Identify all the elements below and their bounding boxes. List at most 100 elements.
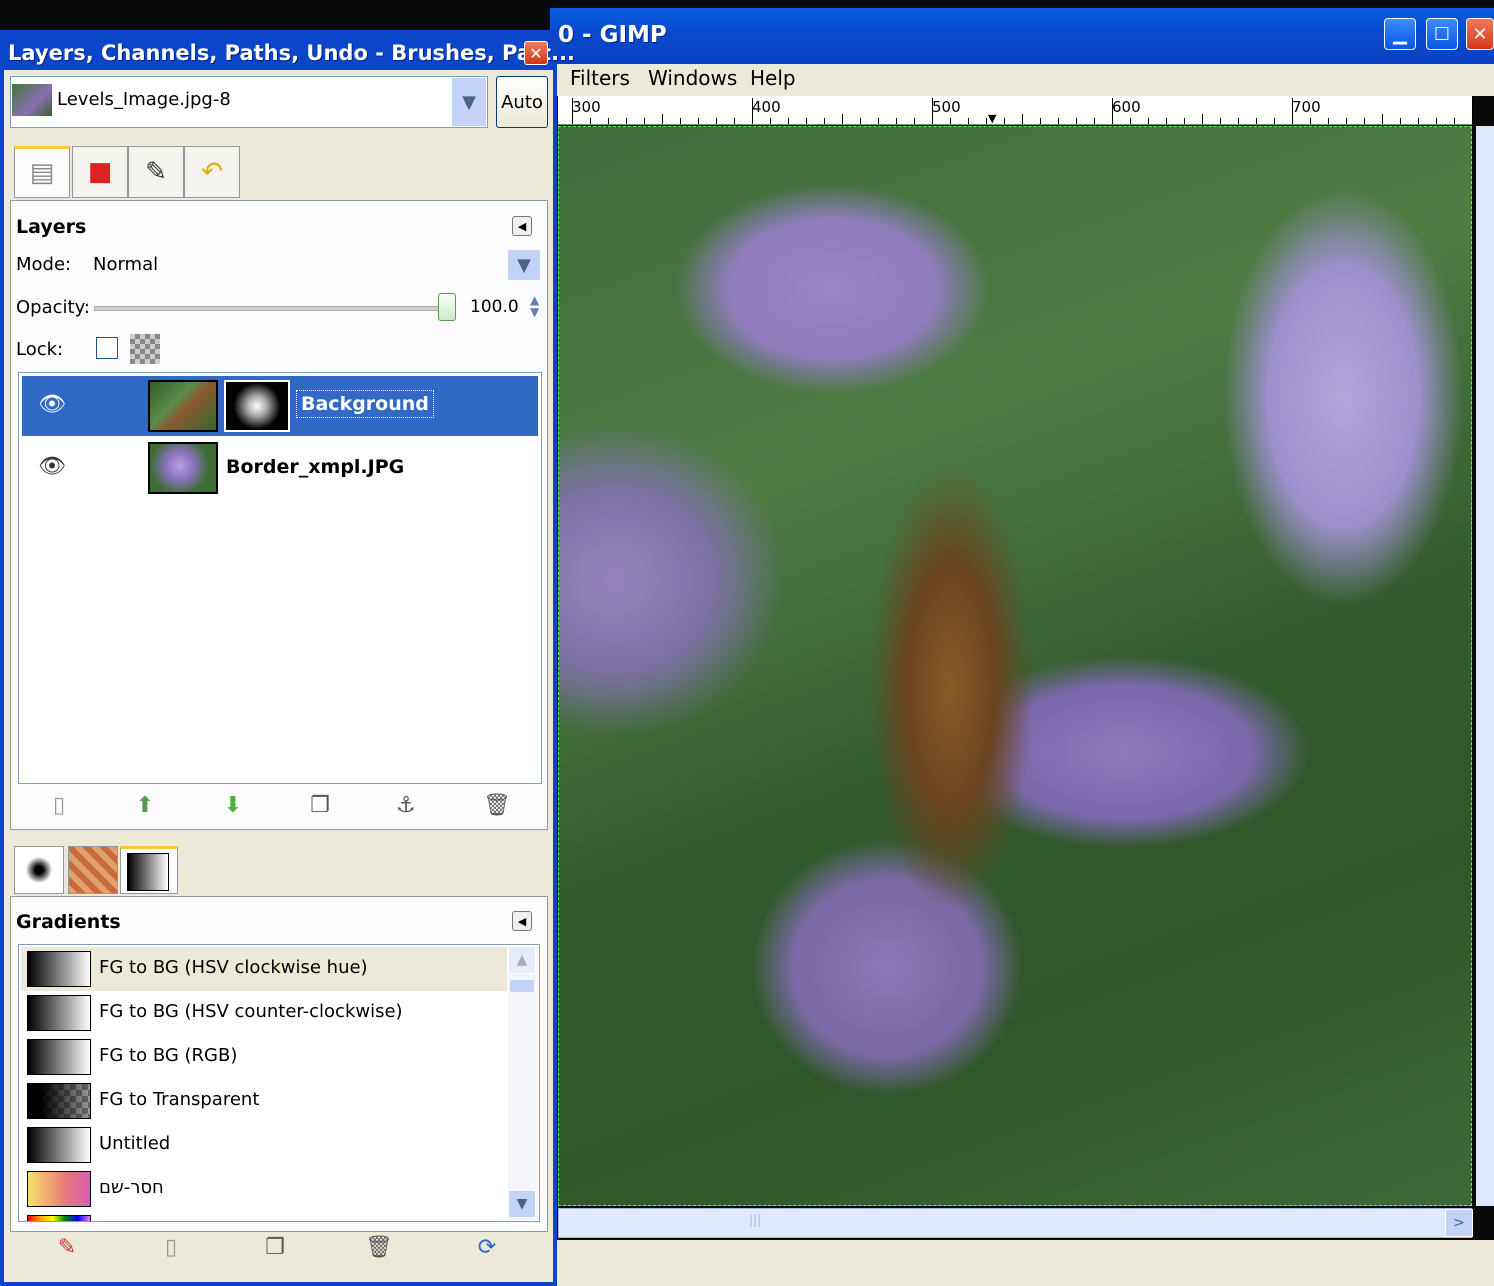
gradients-list: FG to BG (HSV clockwise hue) FG to BG (H… bbox=[18, 944, 540, 1222]
gradient-name: FG to BG (RGB) bbox=[99, 1045, 238, 1066]
layer-thumbnail bbox=[148, 380, 218, 432]
tab-channels[interactable]: ■ bbox=[72, 146, 128, 198]
gradient-item[interactable]: FG to BG (HSV clockwise hue) bbox=[21, 947, 507, 991]
duplicate-gradient-button[interactable]: ❐ bbox=[260, 1232, 290, 1262]
gradient-swatch bbox=[27, 1171, 91, 1207]
close-icon: ✕ bbox=[529, 43, 543, 63]
horizontal-ruler[interactable]: 300 400 500 600 700 ▼ bbox=[558, 96, 1473, 125]
dock-close-button[interactable]: ✕ bbox=[524, 41, 548, 65]
gradient-item[interactable]: Untitled bbox=[21, 1123, 507, 1167]
ruler-label: 700 bbox=[1292, 98, 1321, 116]
gradient-item[interactable]: FG to BG (RGB) bbox=[21, 1035, 507, 1079]
mode-dropdown[interactable]: ▼ bbox=[508, 250, 540, 280]
undo-icon: ↶ bbox=[201, 157, 223, 187]
layer-name[interactable]: Border_xmpl.JPG bbox=[226, 456, 404, 478]
ruler-tick bbox=[716, 118, 717, 124]
ruler-pointer-icon: ▼ bbox=[988, 112, 997, 125]
edit-gradient-button[interactable]: ✎ bbox=[52, 1232, 82, 1262]
visibility-eye-icon[interactable]: 👁 bbox=[38, 392, 66, 417]
ruler-tick bbox=[1094, 118, 1095, 124]
delete-gradient-button[interactable]: 🗑 bbox=[364, 1232, 394, 1262]
main-window-titlebar[interactable] bbox=[550, 8, 1494, 64]
ruler-tick bbox=[1220, 118, 1221, 124]
scroll-down-button[interactable]: ▼ bbox=[508, 1190, 536, 1218]
new-layer-button[interactable]: ▯ bbox=[44, 790, 74, 820]
delete-gradient-icon: 🗑 bbox=[365, 1234, 393, 1260]
gradient-swatch bbox=[27, 951, 91, 987]
ruler-tick bbox=[1166, 118, 1167, 124]
menu-windows[interactable]: Windows bbox=[648, 66, 737, 90]
maximize-button[interactable]: ☐ bbox=[1426, 18, 1458, 50]
lower-layer-button[interactable]: ⬇ bbox=[218, 790, 248, 820]
opacity-slider[interactable] bbox=[94, 306, 446, 311]
ruler-tick bbox=[1364, 118, 1365, 124]
ruler-tick bbox=[950, 118, 951, 124]
gradient-name: חסר-שם bbox=[99, 1177, 164, 1198]
menu-help[interactable]: Help bbox=[750, 66, 796, 90]
ruler-tick bbox=[986, 118, 987, 124]
ruler-tick bbox=[1148, 118, 1149, 124]
layer-name[interactable]: Background bbox=[296, 390, 434, 418]
ruler-tick bbox=[1202, 114, 1203, 124]
ruler-tick bbox=[590, 118, 591, 124]
tab-patterns[interactable] bbox=[68, 846, 118, 894]
ruler-tick bbox=[878, 118, 879, 124]
gradient-item[interactable] bbox=[21, 1211, 507, 1221]
minimize-button[interactable]: ▁ bbox=[1384, 18, 1416, 50]
new-gradient-button[interactable]: ▯ bbox=[156, 1232, 186, 1262]
ruler-label: 600 bbox=[1112, 98, 1141, 116]
ruler-tick bbox=[626, 118, 627, 124]
tab-undo[interactable]: ↶ bbox=[184, 146, 240, 198]
gradient-name: Untitled bbox=[99, 1133, 171, 1154]
ruler-tick bbox=[1022, 114, 1023, 124]
gradient-item[interactable]: FG to Transparent bbox=[21, 1079, 507, 1123]
maximize-icon: ☐ bbox=[1433, 23, 1451, 45]
gradient-item[interactable]: חסר-שם bbox=[21, 1167, 507, 1211]
ruler-tick bbox=[1400, 118, 1401, 124]
gradients-scrollbar[interactable]: ▲ ▼ bbox=[508, 946, 538, 1220]
opacity-slider-handle[interactable] bbox=[438, 293, 456, 321]
visibility-eye-icon[interactable]: 👁 bbox=[38, 454, 66, 479]
image-canvas[interactable] bbox=[558, 126, 1472, 1206]
gradient-swatch bbox=[27, 995, 91, 1031]
tab-brushes[interactable] bbox=[14, 846, 64, 894]
refresh-gradients-button[interactable]: ⟳ bbox=[472, 1232, 502, 1262]
delete-layer-button[interactable]: 🗑 bbox=[482, 790, 512, 820]
anchor-icon: ⚓ bbox=[396, 792, 416, 818]
status-bar bbox=[556, 1240, 1494, 1286]
close-window-button[interactable]: ✕ bbox=[1466, 18, 1494, 50]
tab-gradients[interactable] bbox=[120, 846, 178, 894]
image-selector-dropdown[interactable]: ▼ bbox=[452, 78, 486, 126]
canvas-vertical-scrollbar[interactable] bbox=[1476, 126, 1494, 1206]
auto-button[interactable]: Auto bbox=[496, 76, 548, 128]
gradient-name: FG to BG (HSV counter-clockwise) bbox=[99, 1001, 403, 1022]
refresh-icon: ⟳ bbox=[477, 1234, 497, 1260]
gradient-item[interactable]: FG to BG (HSV counter-clockwise) bbox=[21, 991, 507, 1035]
tab-layers[interactable]: ▤ bbox=[14, 146, 70, 198]
scroll-thumb[interactable] bbox=[510, 980, 534, 992]
duplicate-layer-button[interactable]: ❐ bbox=[305, 790, 335, 820]
ruler-tick bbox=[770, 118, 771, 124]
gradients-menu-button[interactable]: ◀ bbox=[512, 911, 532, 931]
chevron-down-icon: ▼ bbox=[516, 1196, 528, 1212]
menu-filters[interactable]: Filters bbox=[570, 66, 630, 90]
opacity-spinner[interactable]: ▲ ▼ bbox=[530, 294, 539, 318]
raise-layer-button[interactable]: ⬆ bbox=[130, 790, 160, 820]
ruler-tick bbox=[824, 118, 825, 124]
lock-pixels-checkbox[interactable] bbox=[96, 337, 118, 359]
tab-paths[interactable]: ✎ bbox=[128, 146, 184, 198]
scroll-up-button[interactable]: ▲ bbox=[508, 946, 536, 974]
ruler-tick bbox=[1076, 118, 1077, 124]
canvas-horizontal-scrollbar[interactable]: ||| > bbox=[558, 1208, 1473, 1238]
gradient-name: FG to Transparent bbox=[99, 1089, 260, 1110]
ruler-tick bbox=[932, 98, 933, 124]
ruler-tick bbox=[644, 118, 645, 124]
ruler-tick bbox=[662, 114, 663, 124]
layer-mask-thumbnail[interactable] bbox=[224, 380, 290, 432]
layers-menu-button[interactable]: ◀ bbox=[512, 216, 532, 236]
edit-gradient-icon: ✎ bbox=[57, 1234, 77, 1260]
opacity-value[interactable]: 100.0 bbox=[470, 297, 519, 317]
anchor-layer-button[interactable]: ⚓ bbox=[391, 790, 421, 820]
lock-alpha-icon[interactable] bbox=[130, 334, 160, 364]
scroll-right-button[interactable]: > bbox=[1445, 1209, 1473, 1237]
